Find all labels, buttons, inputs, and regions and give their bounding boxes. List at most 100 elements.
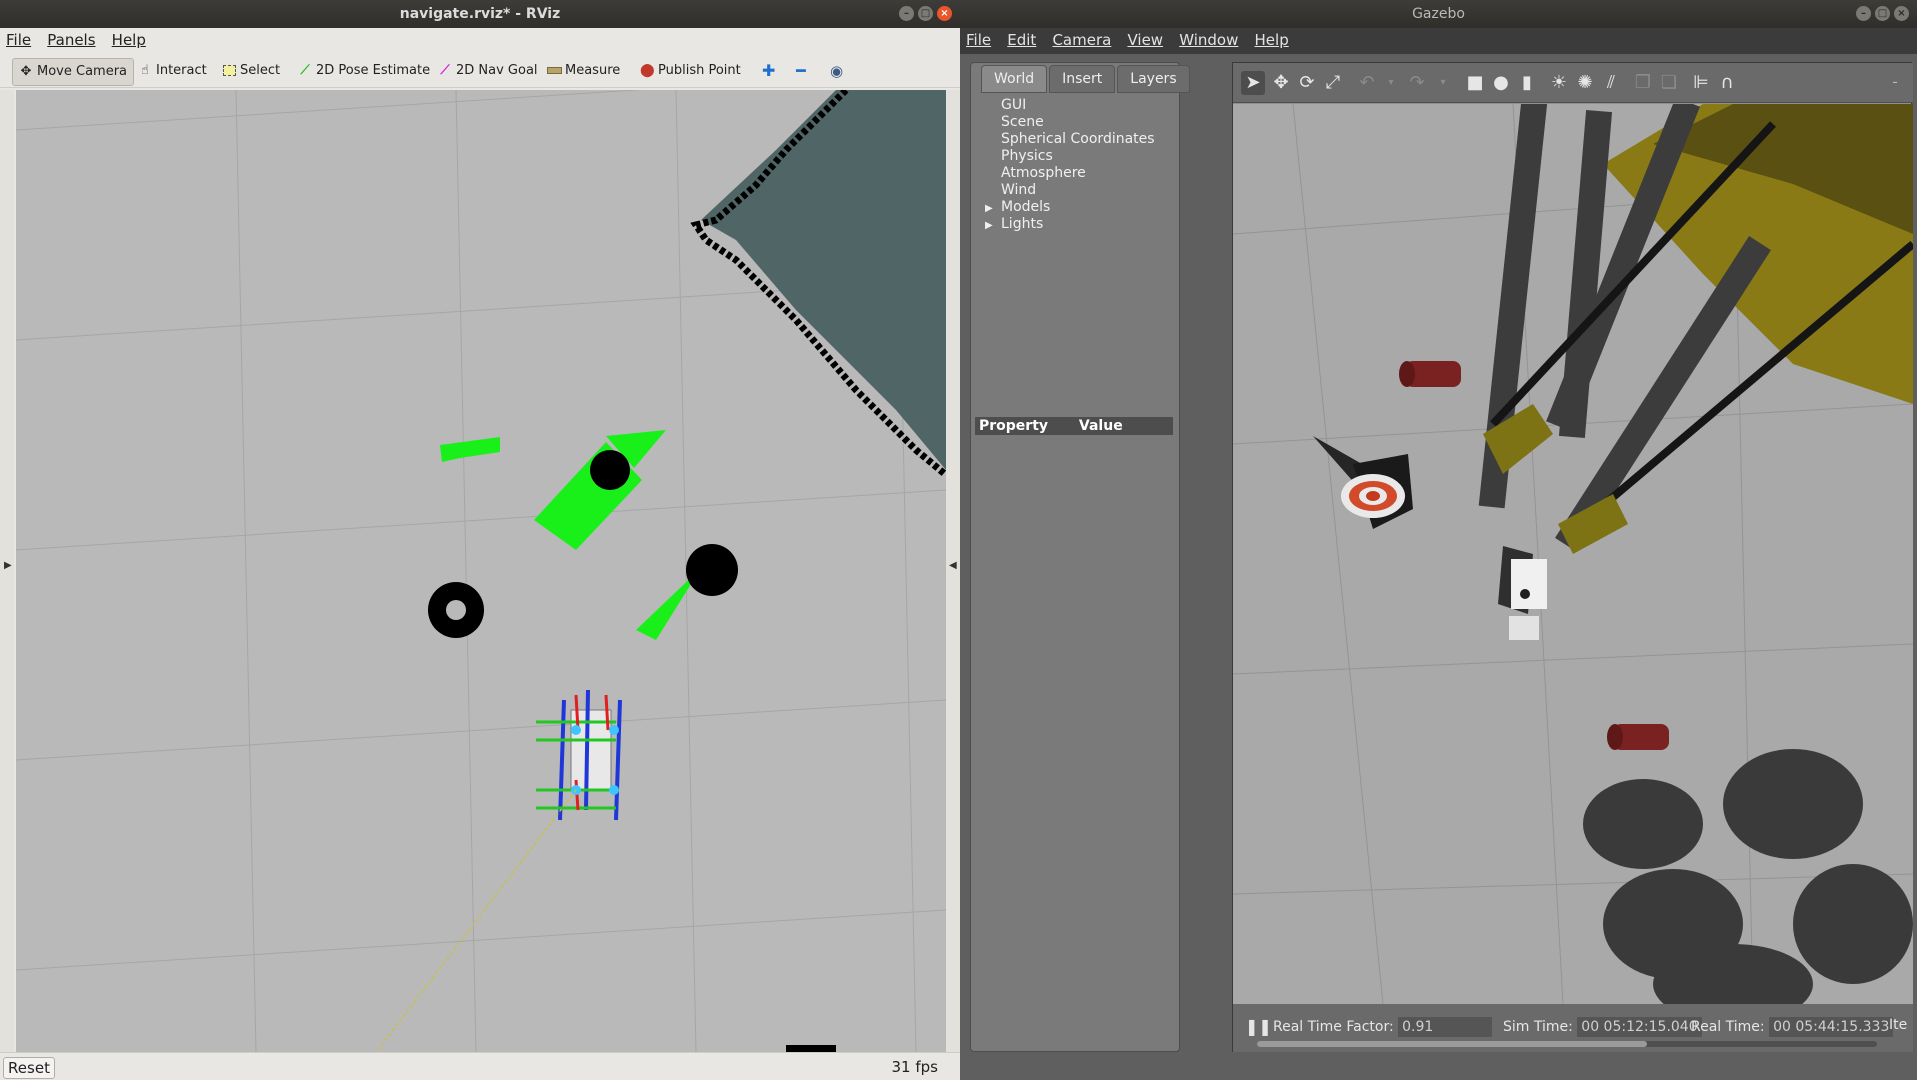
rviz-menu-bar: File Panels Help (0, 28, 960, 52)
scrollbar-thumb[interactable] (1257, 1041, 1647, 1047)
tree-item-atmosphere[interactable]: Atmosphere (979, 165, 1155, 182)
tab-layers[interactable]: Layers (1117, 65, 1190, 93)
align-icon[interactable]: ⊫ (1689, 71, 1713, 95)
tab-world[interactable]: World (981, 65, 1048, 93)
pose-estimate-button[interactable]: ⟋ 2D Pose Estimate (292, 58, 436, 84)
menu-edit[interactable]: Edit (1001, 28, 1042, 49)
rviz-window-title: navigate.rviz* - RViz (399, 6, 561, 22)
tree-item-wind[interactable]: Wind (979, 182, 1155, 199)
snap-icon[interactable]: ∩ (1715, 71, 1739, 95)
dark-cylinders (1583, 749, 1913, 1004)
gazebo-menu-bar: File Edit Camera View Window Help (960, 28, 1917, 54)
gazebo-title-bar: Gazebo – □ × (960, 0, 1917, 28)
sim-time-value: 00 05:12:15.040 (1577, 1017, 1702, 1037)
cylinder-shape-icon[interactable]: ▮ (1515, 71, 1539, 95)
menu-help[interactable]: Help (106, 28, 152, 49)
rviz-status-bar: Reset 31 fps (0, 1052, 960, 1080)
rviz-title-bar: navigate.rviz* - RViz – □ × (0, 0, 960, 28)
plus-icon[interactable]: ✚ (756, 58, 781, 84)
undo-dropdown-icon[interactable]: ▾ (1379, 71, 1403, 95)
maximize-icon[interactable]: □ (918, 6, 933, 21)
rotate-mode-icon[interactable]: ⟳ (1295, 71, 1319, 95)
select-mode-icon[interactable]: ➤ (1241, 71, 1265, 95)
world-tree: GUI Scene Spherical Coordinates Physics … (979, 97, 1155, 233)
tree-item-models[interactable]: ▶ Models (979, 199, 1155, 216)
menu-help[interactable]: Help (1249, 28, 1295, 49)
map-pin-icon: ⬤ (640, 63, 655, 78)
point-light-icon[interactable]: ☀ (1547, 71, 1571, 95)
minimize-icon[interactable]: – (1856, 6, 1871, 21)
spot-light-icon[interactable]: ✺ (1573, 71, 1597, 95)
traffic-cone (1313, 436, 1413, 529)
tree-item-gui[interactable]: GUI (979, 97, 1155, 114)
undo-icon[interactable]: ↶ (1355, 71, 1379, 95)
ruler-icon (547, 58, 562, 84)
rviz-window: navigate.rviz* - RViz – □ × File Panels … (0, 0, 960, 1080)
right-dock-collapse[interactable]: ◀ (946, 90, 960, 1052)
rviz-3d-viewport[interactable] (16, 90, 946, 1052)
copy-icon[interactable]: ❐ (1631, 71, 1655, 95)
directional-light-icon[interactable]: ⫽ (1599, 71, 1623, 95)
pause-icon[interactable]: ❚❚ (1245, 1017, 1272, 1037)
magenta-arrow-icon: ⟋ (440, 63, 450, 78)
gazebo-window-title: Gazebo (1412, 6, 1465, 22)
menu-panels[interactable]: Panels (41, 28, 101, 49)
iterations-label: Ite (1889, 1017, 1908, 1033)
rviz-scene (16, 90, 946, 1052)
select-button[interactable]: Select (216, 58, 286, 84)
scale-mode-icon[interactable]: ⤢ (1321, 71, 1345, 95)
close-icon[interactable]: × (937, 6, 952, 21)
maximize-icon[interactable]: □ (1875, 6, 1890, 21)
eye-icon[interactable]: ◉ (824, 58, 849, 84)
gazebo-3d-view[interactable] (1233, 104, 1913, 1004)
paste-icon[interactable]: ❏ (1657, 71, 1681, 95)
expand-arrow-icon[interactable]: ▶ (985, 200, 993, 217)
menu-camera[interactable]: Camera (1046, 28, 1117, 49)
minimize-icon[interactable]: – (899, 6, 914, 21)
expand-right-icon: ▶ (4, 560, 12, 571)
real-time: Real Time: 00 05:44:15.333 (1691, 1017, 1894, 1037)
expand-arrow-icon[interactable]: ▶ (985, 217, 993, 234)
tree-item-physics[interactable]: Physics (979, 148, 1155, 165)
measure-button[interactable]: Measure (541, 58, 626, 84)
redo-icon[interactable]: ↷ (1405, 71, 1429, 95)
tree-item-lights[interactable]: ▶ Lights (979, 216, 1155, 233)
gazebo-scene: ➤ ✥ ⟳ ⤢ ↶ ▾ ↷ ▾ ■ ● ▮ ☀ ✺ ⫽ ❐ ❏ ⊫ ∩ – ❚❚… (1232, 62, 1913, 1052)
gazebo-window: Gazebo – □ × File Edit Camera View Windo… (960, 0, 1917, 1080)
robot-model (536, 689, 622, 821)
laser-scan-left (440, 437, 500, 462)
interact-button[interactable]: ☝ Interact (132, 58, 213, 84)
property-column-header: Property (979, 418, 1049, 434)
rviz-window-controls: – □ × (899, 6, 952, 21)
redo-dropdown-icon[interactable]: ▾ (1431, 71, 1455, 95)
gazebo-status-bar: ❚❚ Real Time Factor: 0.91 Sim Time: 00 0… (1233, 1004, 1913, 1052)
toolbar-overflow-icon[interactable]: – (1883, 71, 1907, 95)
reset-button[interactable]: Reset (3, 1057, 55, 1079)
property-table-header: Property Value (975, 417, 1173, 435)
value-column-header: Value (1078, 418, 1123, 434)
gazebo-tool-bar: ➤ ✥ ⟳ ⤢ ↶ ▾ ↷ ▾ ■ ● ▮ ☀ ✺ ⫽ ❐ ❏ ⊫ ∩ – (1233, 63, 1913, 103)
minus-icon[interactable]: ━ (790, 58, 812, 84)
menu-file[interactable]: File (0, 28, 37, 49)
box-shape-icon[interactable]: ■ (1463, 71, 1487, 95)
tree-item-spherical-coordinates[interactable]: Spherical Coordinates (979, 131, 1155, 148)
global-path (375, 789, 577, 1052)
publish-point-button[interactable]: ⬤ Publish Point (634, 58, 747, 84)
status-horizontal-scrollbar[interactable] (1257, 1041, 1877, 1047)
sim-time: Sim Time: 00 05:12:15.040 (1503, 1017, 1702, 1037)
close-icon[interactable]: × (1894, 6, 1909, 21)
sphere-shape-icon[interactable]: ● (1489, 71, 1513, 95)
menu-file[interactable]: File (960, 28, 997, 49)
real-time-value: 00 05:44:15.333 (1769, 1017, 1894, 1037)
menu-window[interactable]: Window (1173, 28, 1244, 49)
nav-goal-button[interactable]: ⟋ 2D Nav Goal (432, 58, 544, 84)
move-camera-button[interactable]: ✥ Move Camera (12, 58, 135, 86)
rviz-tool-bar: ✥ Move Camera ☝ Interact Select ⟋ 2D Pose E… (0, 52, 960, 88)
menu-view[interactable]: View (1121, 28, 1169, 49)
tab-insert[interactable]: Insert (1049, 65, 1116, 93)
tree-item-scene[interactable]: Scene (979, 114, 1155, 131)
real-time-factor-value: 0.91 (1398, 1017, 1493, 1037)
translate-mode-icon[interactable]: ✥ (1269, 71, 1293, 95)
left-dock-collapse[interactable]: ▶ (0, 90, 14, 1052)
real-time-factor: Real Time Factor: 0.91 (1273, 1017, 1493, 1037)
